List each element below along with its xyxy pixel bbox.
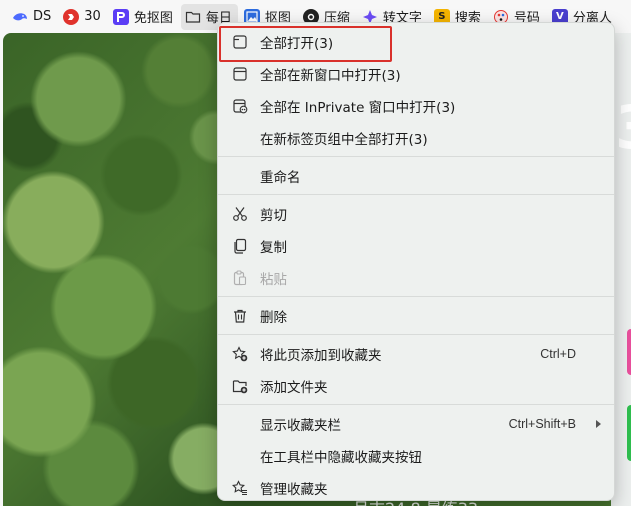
menu-item-label: 粘贴 [260,272,287,288]
menu-item-label: 显示收藏夹栏 [260,418,341,434]
menu-item-label: 在工具栏中隐藏收藏夹按钮 [260,450,422,466]
submenu-arrow-icon [596,420,601,428]
favorite-cutout[interactable]: 免抠图 [109,4,179,30]
page-big-glyph: 3 [615,93,631,163]
tab-icon [232,34,248,50]
menu-item-copy[interactable]: 复制 [218,230,614,262]
menu-item-label: 全部打开(3) [260,36,334,52]
star-add-icon [232,346,248,362]
favorite-ds[interactable]: DS [8,4,57,30]
green-side-chip[interactable] [627,405,631,461]
favorite-label: 30 [84,9,101,24]
favorite-label: DS [33,9,52,24]
folder-icon [185,9,201,25]
menu-item-open-all-inprivate[interactable]: 全部在 InPrivate 窗口中打开(3) [218,90,614,122]
menu-item-label: 全部在新窗口中打开(3) [260,68,401,84]
menu-item-show-favorites-bar[interactable]: 显示收藏夹栏 Ctrl+Shift+B [218,408,614,440]
menu-item-open-all-new-window[interactable]: 全部在新窗口中打开(3) [218,58,614,90]
menu-item-paste: 粘贴 [218,262,614,294]
menu-item-label: 复制 [260,240,287,256]
menu-separator [218,404,614,405]
menu-item-label: 添加文件夹 [260,380,328,396]
menu-item-shortcut: Ctrl+Shift+B [508,417,576,431]
new-window-icon [232,66,248,82]
purple-p-icon [112,8,129,25]
menu-item-rename[interactable]: 重命名 [218,160,614,192]
menu-item-open-all-tab-group[interactable]: 在新标签页组中全部打开(3) [218,122,614,154]
copy-icon [232,238,248,254]
menu-item-label: 全部在 InPrivate 窗口中打开(3) [260,100,456,116]
menu-item-hide-favorites-button[interactable]: 在工具栏中隐藏收藏夹按钮 [218,440,614,472]
pink-side-chip[interactable] [627,329,631,375]
menu-item-cut[interactable]: 剪切 [218,198,614,230]
menu-separator [218,156,614,157]
menu-item-label: 剪切 [260,208,287,224]
favorites-context-menu: 全部打开(3) 全部在新窗口中打开(3) 全部在 InPrivate 窗口中打开… [217,22,615,501]
menu-item-label: 重命名 [260,170,301,186]
menu-item-delete[interactable]: 删除 [218,300,614,332]
menu-item-label: 管理收藏夹 [260,482,328,498]
trash-icon [232,308,248,324]
deepseek-whale-icon [12,9,28,25]
menu-item-label: 删除 [260,310,287,326]
paste-icon [232,270,248,286]
menu-item-add-page-to-favorites[interactable]: 将此页添加到收藏夹 Ctrl+D [218,338,614,370]
menu-separator [218,194,614,195]
menu-separator [218,334,614,335]
inprivate-window-icon [232,98,248,114]
favorite-30[interactable]: 30 [59,4,107,30]
favorite-label: 免抠图 [133,11,173,26]
folder-add-icon [232,378,248,394]
menu-item-manage-favorites[interactable]: 管理收藏夹 [218,472,614,504]
red-app-icon [63,8,80,25]
menu-item-add-folder[interactable]: 添加文件夹 [218,370,614,402]
menu-item-shortcut: Ctrl+D [540,347,576,361]
menu-item-label: 将此页添加到收藏夹 [260,348,382,364]
menu-item-open-all[interactable]: 全部打开(3) [218,26,614,62]
menu-separator [218,296,614,297]
star-list-icon [232,480,248,496]
menu-item-label: 在新标签页组中全部打开(3) [260,132,428,148]
scissors-icon [232,206,248,222]
